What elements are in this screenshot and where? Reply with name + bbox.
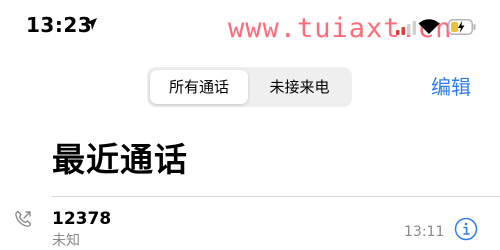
segment-missed-calls[interactable]: 未接来电: [250, 70, 349, 104]
caller-type: 未知: [52, 233, 80, 249]
status-bar: 13:23 www.tuiaxt.cn: [0, 0, 500, 50]
info-icon[interactable]: [454, 217, 478, 241]
call-filter-segmented-control: 所有通话 未接来电: [147, 67, 352, 107]
status-time: 13:23: [26, 13, 93, 37]
call-list-item[interactable]: 12378 未知 13:11: [0, 197, 500, 250]
segment-all-calls[interactable]: 所有通话: [150, 70, 248, 104]
wifi-icon: [418, 19, 440, 34]
cellular-signal-icon: [396, 21, 416, 35]
recents-screen: 13:23 www.tuiaxt.cn 所有通话 未接来电 编辑 最近通话 12…: [0, 0, 500, 250]
battery-icon: [448, 19, 476, 35]
page-title: 最近通话: [52, 140, 188, 179]
edit-button[interactable]: 编辑: [431, 74, 471, 100]
caller-number: 12378: [52, 209, 112, 229]
call-time: 13:11: [404, 224, 445, 240]
outgoing-call-icon: [15, 210, 32, 227]
location-arrow-icon: [85, 18, 97, 30]
